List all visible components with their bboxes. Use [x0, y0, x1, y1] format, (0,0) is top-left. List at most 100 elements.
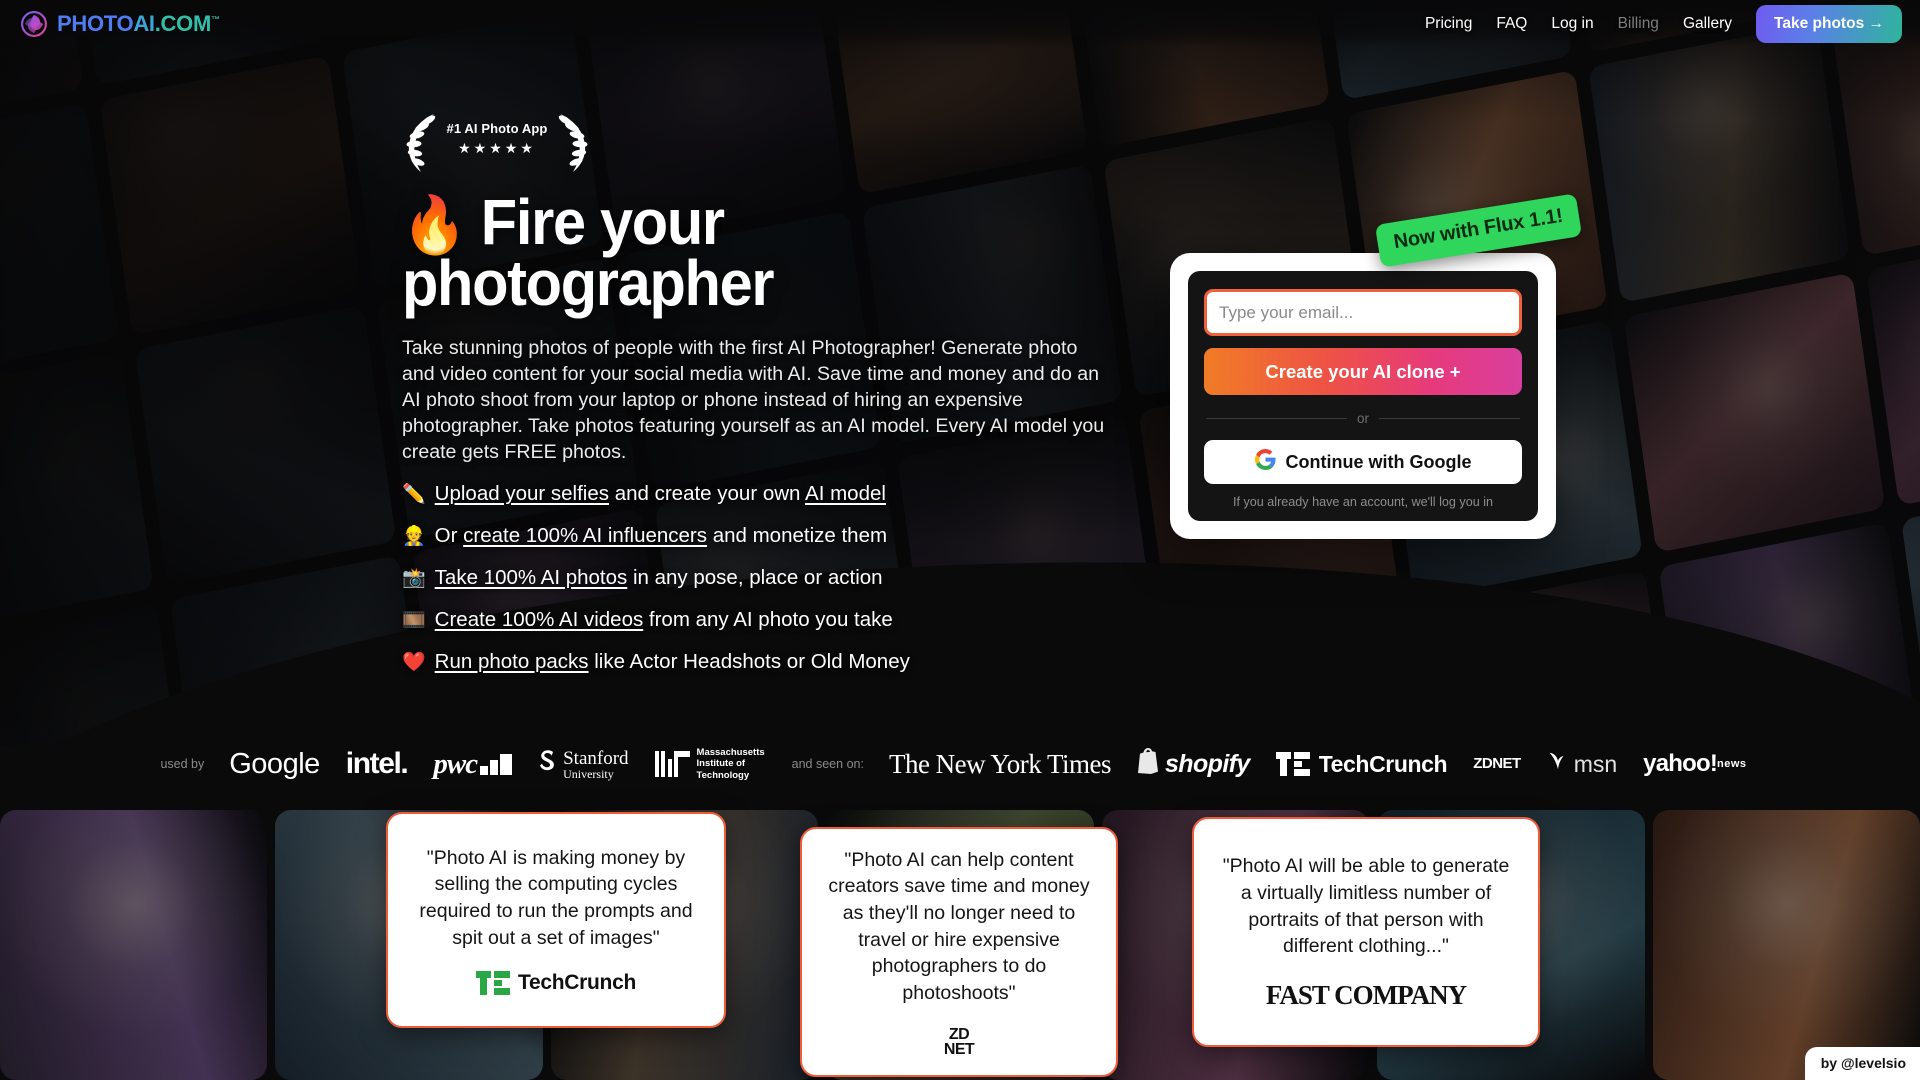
divider-line-left [1206, 418, 1347, 419]
brand-logo[interactable]: PHOTOAI.COM™ [20, 10, 220, 38]
logo-new-york-times: The New York Times [888, 748, 1112, 779]
nav-link-pricing[interactable]: Pricing [1425, 15, 1472, 33]
signup-card-inner: Create your AI clone + or Continue with … [1188, 271, 1538, 521]
mit-line-2: Institute of [696, 758, 746, 770]
feature-emoji-icon: 🎞️ [402, 609, 426, 631]
collage-photo-tile [99, 55, 362, 336]
mit-bars-icon [654, 750, 690, 777]
testimonial-quote: "Photo AI is making money by selling the… [419, 846, 693, 949]
techcrunch-mark-icon [1275, 752, 1310, 776]
testimonial-quote: "Photo AI will be able to generate a vir… [1222, 855, 1510, 958]
page-root: PHOTOAI.COM™ Pricing FAQ Log in Billing … [0, 0, 1920, 1080]
nav-link-billing[interactable]: Billing [1618, 15, 1659, 33]
press-logo-bar: used by Google intel. pwc Stanford Unive… [0, 718, 1920, 810]
nav-link-faq[interactable]: FAQ [1496, 15, 1527, 33]
shopify-bag-icon [1137, 747, 1159, 781]
feature-emoji-icon: 📸 [402, 567, 426, 589]
brand-part-com: .COM [154, 10, 212, 36]
feature-link-primary[interactable]: Run photo packs [435, 650, 589, 673]
mit-wordmark: Massachusetts Institute of Technology [697, 747, 765, 781]
feature-text: Run photo packs like Actor Headshots or … [434, 649, 910, 673]
used-by-label: used by [160, 757, 205, 771]
feature-text: Take 100% AI photos in any pose, place o… [434, 565, 883, 589]
zdnet-line-1: ZD [948, 1025, 970, 1043]
award-badge-stars: ★★★★★ [458, 140, 536, 156]
divider-label: or [1357, 411, 1370, 426]
seen-on-label: and seen on: [791, 757, 864, 771]
google-g-icon [1254, 449, 1276, 475]
nav-link-gallery[interactable]: Gallery [1683, 15, 1732, 33]
feature-list-item: 👷 Or create 100% AI influencers and monet… [402, 524, 1132, 548]
msn-butterfly-icon [1547, 750, 1569, 778]
feature-link-primary[interactable]: create 100% AI influencers [463, 524, 707, 547]
logo-pwc: pwc [433, 748, 513, 781]
brand-part-ai: AI [133, 10, 155, 36]
page-title: 🔥 Fire your photographer [402, 190, 1081, 316]
stanford-s-icon [538, 749, 557, 780]
feature-link-primary[interactable]: Take 100% AI photos [435, 566, 628, 589]
logo-google: Google [229, 747, 320, 780]
feature-link-primary[interactable]: Upload your selfies [435, 482, 609, 505]
msn-wordmark: msn [1573, 750, 1618, 777]
take-photos-button[interactable]: Take photos → [1756, 4, 1902, 43]
testimonial-card-zdnet: "Photo AI can help content creators save… [800, 827, 1118, 1077]
logo-yahoo-news: yahoo! news [1643, 749, 1747, 777]
award-badge-text: #1 AI Photo App [446, 121, 548, 136]
techcrunch-mark-icon [476, 971, 511, 996]
nav-link-login[interactable]: Log in [1551, 15, 1593, 33]
logo-zdnet: ZD NET [1473, 754, 1521, 772]
bottom-strip-photo [1652, 810, 1920, 1080]
bottom-strip-photo [0, 810, 268, 1080]
fastcompany-label: FAST COMPANY [1265, 979, 1467, 1010]
logo-shopify: shopify [1137, 747, 1250, 781]
testimonial-source-logo-fastcompany: FAST COMPANY [1265, 979, 1467, 1011]
feature-text: Create 100% AI videos from any AI photo … [434, 607, 893, 631]
hero-description: Take stunning photos of people with the … [402, 336, 1105, 464]
stanford-name: Stanford [563, 747, 629, 769]
brand-part-photo: PHOTO [57, 10, 134, 36]
zdnet-line-2: NET [943, 1041, 975, 1059]
feature-list: ✏️ Upload your selfies and create your ow… [402, 482, 1132, 674]
shopify-wordmark: shopify [1165, 749, 1250, 778]
award-badge: #1 AI Photo App ★★★★★ [404, 112, 590, 180]
trademark-symbol: ™ [210, 14, 220, 25]
logo-techcrunch: TechCrunch [1275, 750, 1448, 778]
create-ai-clone-button[interactable]: Create your AI clone + [1204, 348, 1522, 395]
top-navigation-bar: PHOTOAI.COM™ Pricing FAQ Log in Billing … [0, 0, 1920, 47]
logo-intel: intel. [345, 747, 409, 780]
techcrunch-wordmark: TechCrunch [1318, 750, 1448, 777]
logo-mit: Massachusetts Institute of Technology [654, 747, 765, 781]
divider-line-right [1379, 418, 1521, 419]
yahoo-wordmark: yahoo! [1643, 749, 1718, 777]
zdnet-line-1: ZD [1473, 754, 1493, 772]
yahoo-sub: news [1717, 757, 1747, 770]
testimonial-quote: "Photo AI can help content creators save… [828, 848, 1090, 1005]
feature-link-primary[interactable]: Create 100% AI videos [435, 608, 644, 631]
continue-with-google-button[interactable]: Continue with Google [1204, 440, 1522, 484]
feature-emoji-icon: 👷 [402, 526, 426, 547]
mit-line-1: Massachusetts [696, 747, 765, 759]
email-input[interactable] [1204, 289, 1522, 336]
feature-emoji-icon: ❤️ [402, 651, 426, 673]
or-divider: or [1206, 411, 1521, 426]
zdnet-line-2: NET [1492, 754, 1521, 772]
feature-list-item: ✏️ Upload your selfies and create your ow… [402, 482, 1132, 506]
byline-badge[interactable]: by @levelsio [1804, 1047, 1920, 1080]
testimonial-card-fastcompany: "Photo AI will be able to generate a vir… [1192, 817, 1540, 1047]
testimonial-card-techcrunch: "Photo AI is making money by selling the… [386, 812, 726, 1028]
feature-list-item: 📸 Take 100% AI photos in any pose, place … [402, 565, 1132, 590]
logo-stanford: Stanford University [538, 747, 629, 781]
collage-photo-tile [1623, 272, 1885, 553]
feature-text: Upload your selfies and create your own … [434, 482, 886, 506]
feature-text: Or create 100% AI influencers and moneti… [434, 524, 888, 547]
collage-photo-tile [134, 305, 397, 586]
stanford-sub: University [563, 766, 614, 781]
testimonial-source-logo-zdnet: ZD NET [943, 1025, 975, 1059]
feature-emoji-icon: ✏️ [402, 484, 426, 506]
feature-list-item: 🎞️ Create 100% AI videos from any AI phot… [402, 607, 1132, 632]
feature-list-item: ❤️ Run photo packs like Actor Headshots o… [402, 649, 1132, 674]
collage-photo-tile [0, 102, 120, 383]
spiral-shutter-icon [20, 10, 48, 38]
feature-link-secondary[interactable]: AI model [805, 482, 886, 505]
collage-photo-tile [1588, 22, 1850, 304]
